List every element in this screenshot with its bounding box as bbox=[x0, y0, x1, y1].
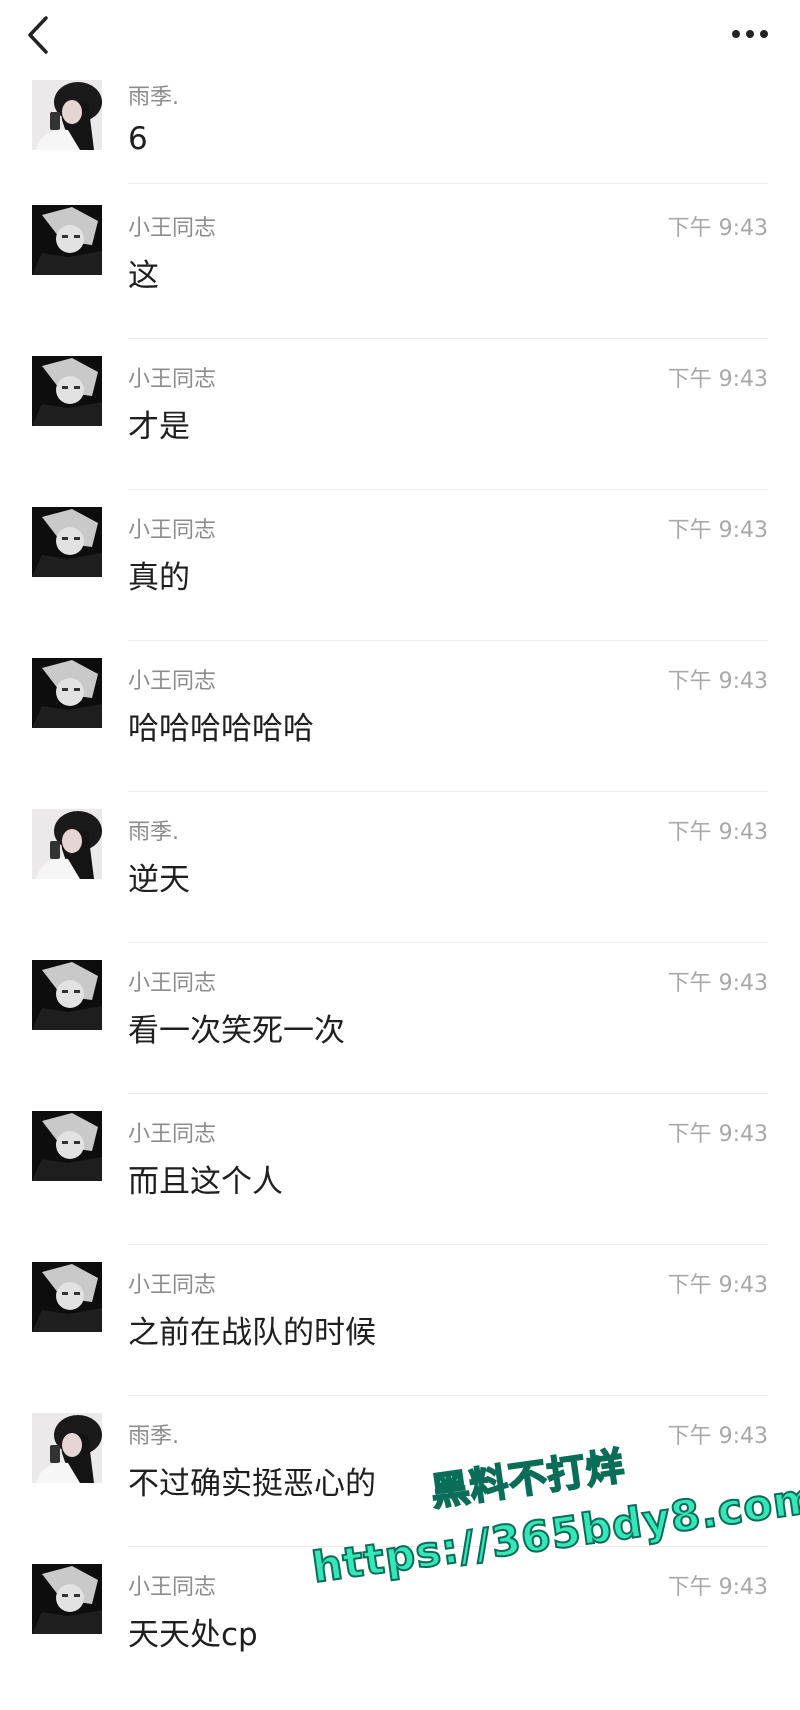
message-time: 下午 9:43 bbox=[667, 971, 768, 996]
back-button[interactable] bbox=[22, 14, 56, 56]
list-item[interactable]: 雨季. 6 bbox=[0, 75, 800, 200]
sender-name: 雨季. bbox=[128, 820, 179, 845]
avatar[interactable] bbox=[32, 1413, 102, 1483]
sender-name: 小王同志 bbox=[128, 216, 217, 241]
sender-name: 雨季. bbox=[128, 85, 179, 110]
message-text: 这 bbox=[128, 258, 159, 294]
message-time: 下午 9:43 bbox=[667, 1424, 768, 1449]
list-item[interactable]: 小王同志 下午 9:43 看一次笑死一次 bbox=[0, 955, 800, 1106]
list-item[interactable]: 小王同志 下午 9:43 而且这个人 bbox=[0, 1106, 800, 1257]
message-time: 下午 9:43 bbox=[667, 1273, 768, 1298]
message-text: 真的 bbox=[128, 560, 190, 596]
message-text: 哈哈哈哈哈哈 bbox=[128, 711, 314, 747]
sender-name: 小王同志 bbox=[128, 971, 217, 996]
top-bar bbox=[0, 0, 800, 70]
avatar[interactable] bbox=[32, 658, 102, 728]
message-text: 天天处cp bbox=[128, 1617, 258, 1653]
divider bbox=[128, 640, 768, 641]
avatar[interactable] bbox=[32, 356, 102, 426]
list-item[interactable]: 小王同志 下午 9:43 哈哈哈哈哈哈 bbox=[0, 653, 800, 804]
divider bbox=[128, 1395, 768, 1396]
divider bbox=[128, 1093, 768, 1094]
divider bbox=[128, 338, 768, 339]
message-list: 雨季. 6 小王同志 下午 9:43 这 小王同志 下午 9:43 才是 小王同… bbox=[0, 75, 800, 1710]
message-time: 下午 9:43 bbox=[667, 669, 768, 694]
divider bbox=[128, 489, 768, 490]
message-text: 之前在战队的时候 bbox=[128, 1315, 376, 1351]
avatar[interactable] bbox=[32, 507, 102, 577]
avatar[interactable] bbox=[32, 809, 102, 879]
list-item[interactable]: 小王同志 下午 9:43 之前在战队的时候 bbox=[0, 1257, 800, 1408]
message-time: 下午 9:43 bbox=[667, 216, 768, 241]
message-time: 下午 9:43 bbox=[667, 1575, 768, 1600]
sender-name: 小王同志 bbox=[128, 1575, 217, 1600]
list-item[interactable]: 小王同志 下午 9:43 才是 bbox=[0, 351, 800, 502]
divider bbox=[128, 1244, 768, 1245]
message-text: 看一次笑死一次 bbox=[128, 1013, 345, 1049]
message-time: 下午 9:43 bbox=[667, 518, 768, 543]
sender-name: 雨季. bbox=[128, 1424, 179, 1449]
avatar[interactable] bbox=[32, 205, 102, 275]
list-item[interactable]: 小王同志 下午 9:43 天天处cp bbox=[0, 1559, 800, 1710]
message-time: 下午 9:43 bbox=[667, 820, 768, 845]
avatar[interactable] bbox=[32, 960, 102, 1030]
sender-name: 小王同志 bbox=[128, 1122, 217, 1147]
more-button[interactable] bbox=[728, 22, 772, 46]
list-item[interactable]: 小王同志 下午 9:43 真的 bbox=[0, 502, 800, 653]
more-horizontal-icon bbox=[732, 30, 768, 38]
sender-name: 小王同志 bbox=[128, 518, 217, 543]
divider bbox=[128, 1546, 768, 1547]
list-item[interactable]: 小王同志 下午 9:43 这 bbox=[0, 200, 800, 351]
sender-name: 小王同志 bbox=[128, 1273, 217, 1298]
message-text: 不过确实挺恶心的 bbox=[128, 1466, 376, 1502]
divider bbox=[128, 183, 768, 184]
message-time: 下午 9:43 bbox=[667, 1122, 768, 1147]
sender-name: 小王同志 bbox=[128, 669, 217, 694]
avatar[interactable] bbox=[32, 80, 102, 150]
sender-name: 小王同志 bbox=[128, 367, 217, 392]
chevron-left-icon bbox=[28, 16, 48, 54]
message-text: 而且这个人 bbox=[128, 1164, 283, 1200]
avatar[interactable] bbox=[32, 1111, 102, 1181]
avatar[interactable] bbox=[32, 1262, 102, 1332]
message-text: 才是 bbox=[128, 409, 190, 445]
message-text: 逆天 bbox=[128, 862, 190, 898]
divider bbox=[128, 942, 768, 943]
message-time: 下午 9:43 bbox=[667, 367, 768, 392]
list-item[interactable]: 雨季. 下午 9:43 不过确实挺恶心的 bbox=[0, 1408, 800, 1559]
message-text: 6 bbox=[128, 121, 148, 157]
divider bbox=[128, 791, 768, 792]
avatar[interactable] bbox=[32, 1564, 102, 1634]
list-item[interactable]: 雨季. 下午 9:43 逆天 bbox=[0, 804, 800, 955]
